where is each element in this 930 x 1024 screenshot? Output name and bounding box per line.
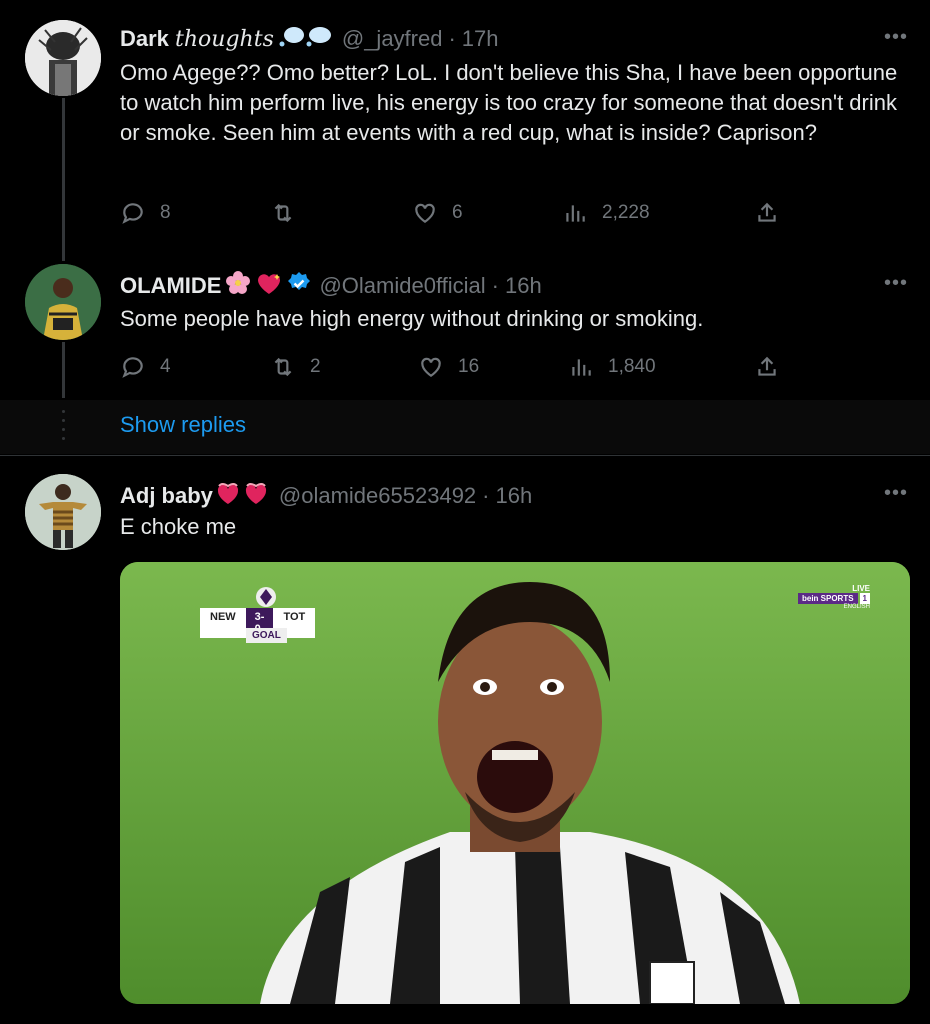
show-replies-row[interactable]: Show replies bbox=[0, 400, 930, 454]
user-handle[interactable]: @Olamide0fficial bbox=[319, 273, 485, 299]
share-icon bbox=[758, 202, 776, 222]
broadcaster-logo: LIVE bein SPORTS 1 ENGLISH bbox=[797, 584, 870, 610]
more-options-icon[interactable]: ••• bbox=[884, 26, 908, 49]
divider bbox=[0, 455, 930, 456]
separator-dot: · bbox=[491, 273, 499, 298]
separator-dot: · bbox=[482, 483, 490, 508]
thread-dots bbox=[62, 410, 65, 444]
retweet-icon bbox=[274, 357, 292, 377]
premier-league-lion-icon bbox=[256, 587, 276, 607]
timestamp[interactable]: 17h bbox=[462, 26, 499, 52]
separator-dot: · bbox=[448, 26, 456, 51]
show-replies-link[interactable]: Show replies bbox=[120, 412, 246, 438]
tweet-2[interactable]: OLAMIDE @Olamide0fficial · 16h ••• Some … bbox=[0, 262, 930, 400]
reply-icon bbox=[122, 357, 143, 378]
share-button[interactable] bbox=[754, 200, 780, 226]
more-options-icon[interactable]: ••• bbox=[884, 272, 908, 295]
reply-button[interactable]: 4 bbox=[120, 354, 171, 380]
views-button[interactable]: 2,228 bbox=[562, 200, 650, 226]
analytics-icon bbox=[566, 205, 585, 222]
like-button[interactable]: 16 bbox=[418, 354, 479, 380]
user-handle[interactable]: @_jayfred bbox=[342, 26, 443, 52]
views-button[interactable]: 1,840 bbox=[568, 354, 656, 380]
avatar[interactable] bbox=[25, 474, 101, 550]
verified-badge-icon bbox=[287, 271, 311, 301]
tweet-media-image[interactable]: NEW 3-0 TOT GOAL LIVE bein SPORTS 1 ENGL… bbox=[120, 562, 910, 1004]
tweet-text: E choke me bbox=[120, 514, 237, 539]
tweet-1[interactable]: Dark thoughts @_jayfred · 17h ••• Omo Ag… bbox=[0, 0, 930, 260]
goal-label: GOAL bbox=[246, 628, 287, 643]
retweet-icon bbox=[274, 203, 292, 223]
timestamp[interactable]: 16h bbox=[496, 483, 533, 509]
tweet-text: Omo Agege?? Omo better? LoL. I don't bel… bbox=[120, 60, 898, 145]
heart-ribbon-icon bbox=[215, 480, 271, 512]
tweet-text: Some people have high energy without dri… bbox=[120, 306, 704, 331]
like-button[interactable]: 6 bbox=[412, 200, 463, 226]
sparkling-heart-icon bbox=[255, 270, 283, 302]
analytics-icon bbox=[572, 359, 591, 376]
heart-icon bbox=[415, 203, 435, 223]
reply-button[interactable]: 8 bbox=[120, 200, 171, 226]
heart-icon bbox=[421, 357, 441, 377]
user-handle[interactable]: @olamide65523492 bbox=[279, 483, 476, 509]
thought-bubble-icon bbox=[278, 24, 334, 54]
share-button[interactable] bbox=[754, 354, 780, 380]
cherry-blossom-icon bbox=[225, 270, 251, 302]
display-name[interactable]: OLAMIDE bbox=[120, 273, 221, 299]
retweet-button[interactable]: 2 bbox=[270, 354, 321, 380]
avatar[interactable] bbox=[25, 264, 101, 340]
more-options-icon[interactable]: ••• bbox=[884, 482, 908, 505]
share-icon bbox=[758, 356, 776, 376]
home-team: NEW bbox=[200, 608, 246, 638]
reply-icon bbox=[122, 203, 143, 224]
display-name[interactable]: Adj baby bbox=[120, 483, 213, 509]
avatar[interactable] bbox=[25, 20, 101, 96]
retweet-button[interactable] bbox=[270, 200, 310, 226]
timestamp[interactable]: 16h bbox=[505, 273, 542, 299]
display-name[interactable]: Dark thoughts bbox=[120, 26, 274, 52]
